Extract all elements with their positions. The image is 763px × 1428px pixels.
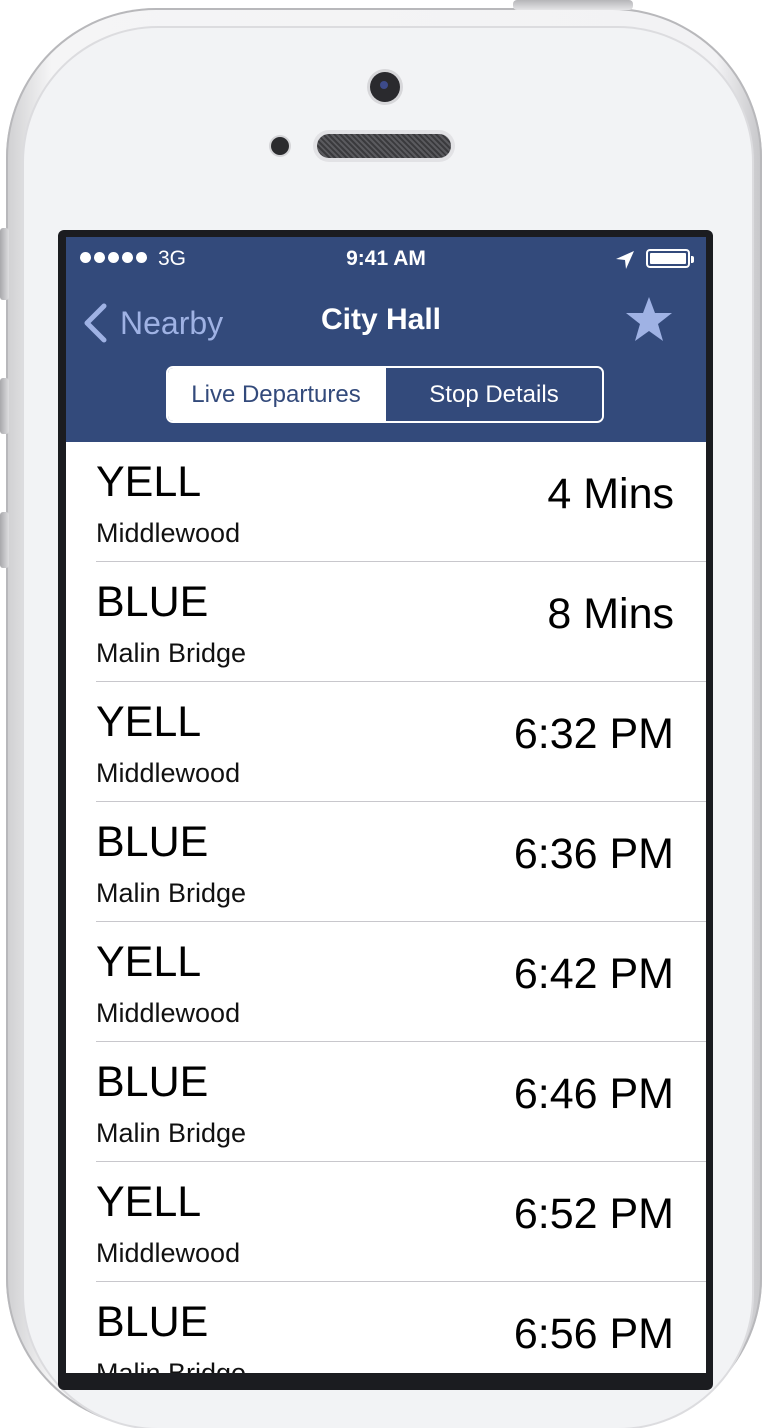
destination: Malin Bridge (96, 638, 247, 668)
earpiece-speaker (317, 134, 451, 158)
destination: Malin Bridge (96, 1118, 247, 1148)
segmented-control: Live Departures Stop Details (166, 366, 604, 423)
route-name: YELL (96, 1178, 202, 1226)
departure-time: 6:56 PM (513, 1310, 674, 1358)
departure-time: 8 Mins (547, 590, 674, 638)
volume-up-button (0, 378, 9, 434)
screen: 3G 9:41 AM Nearby City Hall Live Departu… (66, 237, 706, 1373)
route-name: BLUE (96, 1298, 209, 1346)
route-name: YELL (96, 938, 202, 986)
destination: Malin Bridge (96, 1358, 247, 1373)
departure-time: 6:32 PM (513, 710, 674, 758)
departure-row[interactable]: YELL Middlewood 6:42 PM (66, 922, 706, 1042)
status-bar: 3G 9:41 AM (66, 237, 706, 281)
mute-switch (0, 228, 9, 300)
proximity-sensor (271, 137, 289, 155)
departure-row[interactable]: BLUE Malin Bridge 6:56 PM (66, 1282, 706, 1373)
destination: Middlewood (96, 518, 241, 548)
route-name: YELL (96, 698, 202, 746)
departure-time: 6:42 PM (513, 950, 674, 998)
route-name: BLUE (96, 1058, 209, 1106)
destination: Malin Bridge (96, 878, 247, 908)
departure-row[interactable]: YELL Middlewood 6:52 PM (66, 1162, 706, 1282)
departure-row[interactable]: YELL Middlewood 6:32 PM (66, 682, 706, 802)
power-button (513, 0, 633, 10)
departure-row[interactable]: BLUE Malin Bridge 8 Mins (66, 562, 706, 682)
departure-row[interactable]: BLUE Malin Bridge 6:46 PM (66, 1042, 706, 1162)
navigation-header: 3G 9:41 AM Nearby City Hall Live Departu… (66, 237, 706, 442)
volume-down-button (0, 512, 9, 568)
departure-time: 6:52 PM (513, 1190, 674, 1238)
front-camera (370, 72, 400, 102)
departure-time: 4 Mins (547, 470, 674, 518)
tab-stop-details[interactable]: Stop Details (384, 368, 602, 421)
departure-row[interactable]: BLUE Malin Bridge 6:36 PM (66, 802, 706, 922)
location-arrow-icon (616, 251, 634, 269)
departures-list: YELL Middlewood 4 Mins BLUE Malin Bridge 8 Mi… (66, 442, 706, 1373)
battery-icon (646, 249, 694, 268)
star-icon[interactable] (624, 295, 674, 345)
page-title: City Hall (320, 303, 442, 336)
route-name: BLUE (96, 818, 209, 866)
route-name: BLUE (96, 578, 209, 626)
tab-live-departures[interactable]: Live Departures (168, 368, 384, 421)
departure-time: 6:36 PM (513, 830, 674, 878)
route-name: YELL (96, 458, 202, 506)
status-time: 9:41 AM (346, 247, 426, 270)
destination: Middlewood (96, 998, 241, 1028)
departure-time: 6:46 PM (513, 1070, 674, 1118)
destination: Middlewood (96, 1238, 241, 1268)
destination: Middlewood (96, 758, 241, 788)
departure-row[interactable]: YELL Middlewood 4 Mins (66, 442, 706, 562)
battery-fill (650, 253, 686, 264)
